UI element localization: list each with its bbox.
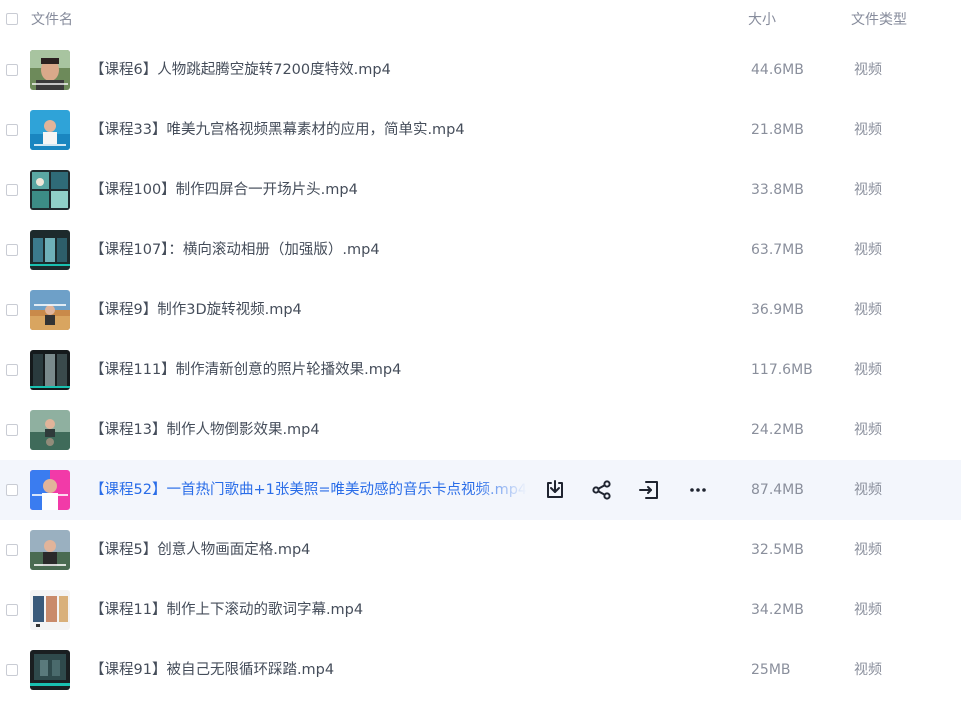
row-checkbox[interactable] [6, 364, 18, 376]
file-row[interactable]: 【课程100】制作四屏合一开场片头.mp4 33.8MB 视频 [0, 160, 961, 220]
file-row[interactable]: 【课程5】创意人物画面定格.mp4 32.5MB 视频 [0, 520, 961, 580]
file-name[interactable]: 【课程111】制作清新创意的照片轮播效果.mp4 [90, 360, 401, 380]
video-thumbnail [30, 470, 70, 510]
file-row[interactable]: 【课程33】唯美九宫格视频黑幕素材的应用，简单实.mp4 21.8MB 视频 [0, 100, 961, 160]
move-to-icon[interactable] [637, 478, 661, 502]
video-thumbnail [30, 170, 70, 210]
file-name[interactable]: 【课程100】制作四屏合一开场片头.mp4 [90, 180, 358, 200]
file-size: 32.5MB [751, 542, 804, 558]
video-thumbnail [30, 350, 70, 390]
file-row[interactable]: 【课程91】被自己无限循环踩踏.mp4 25MB 视频 [0, 640, 961, 700]
row-checkbox[interactable] [6, 304, 18, 316]
file-size: 63.7MB [751, 242, 804, 258]
video-thumbnail [30, 590, 70, 630]
file-type: 视频 [854, 362, 882, 378]
file-type: 视频 [854, 422, 882, 438]
file-type: 视频 [854, 302, 882, 318]
row-checkbox[interactable] [6, 184, 18, 196]
file-row[interactable]: 【课程13】制作人物倒影效果.mp4 24.2MB 视频 [0, 400, 961, 460]
file-row-hovered[interactable]: 【课程52】一首热门歌曲+1张美照=唯美动感的音乐卡点视频.mp4 87.4MB… [0, 460, 961, 520]
video-thumbnail [30, 410, 70, 450]
file-type: 视频 [854, 662, 882, 678]
file-row[interactable]: 【课程9】制作3D旋转视频.mp4 36.9MB 视频 [0, 280, 961, 340]
file-size: 36.9MB [751, 302, 804, 318]
file-row[interactable]: 【课程111】制作清新创意的照片轮播效果.mp4 117.6MB 视频 [0, 340, 961, 400]
file-size: 34.2MB [751, 602, 804, 618]
select-all-checkbox[interactable] [6, 13, 18, 25]
video-thumbnail [30, 230, 70, 270]
file-size: 87.4MB [751, 482, 804, 498]
file-size: 33.8MB [751, 182, 804, 198]
file-list-header: 文件名 大小 文件类型 [0, 0, 961, 40]
file-name[interactable]: 【课程33】唯美九宫格视频黑幕素材的应用，简单实.mp4 [90, 120, 465, 140]
file-name[interactable]: 【课程6】人物跳起腾空旋转7200度特效.mp4 [90, 60, 391, 80]
download-icon[interactable] [543, 478, 567, 502]
row-checkbox[interactable] [6, 544, 18, 556]
file-type: 视频 [854, 182, 882, 198]
row-checkbox[interactable] [6, 124, 18, 136]
file-size: 25MB [751, 662, 791, 678]
file-row[interactable]: 【课程6】人物跳起腾空旋转7200度特效.mp4 44.6MB 视频 [0, 40, 961, 100]
file-type: 视频 [854, 242, 882, 258]
column-header-size[interactable]: 大小 [748, 10, 776, 30]
share-icon[interactable] [590, 478, 614, 502]
file-size: 24.2MB [751, 422, 804, 438]
file-size: 117.6MB [751, 362, 813, 378]
file-row[interactable]: 【课程107】：横向滚动相册（加强版）.mp4 63.7MB 视频 [0, 220, 961, 280]
file-name[interactable]: 【课程11】制作上下滚动的歌词字幕.mp4 [90, 600, 363, 620]
file-type: 视频 [854, 62, 882, 78]
file-type: 视频 [854, 602, 882, 618]
row-checkbox[interactable] [6, 484, 18, 496]
video-thumbnail [30, 530, 70, 570]
file-name[interactable]: 【课程13】制作人物倒影效果.mp4 [90, 420, 320, 440]
row-checkbox[interactable] [6, 604, 18, 616]
file-name[interactable]: 【课程91】被自己无限循环踩踏.mp4 [90, 660, 334, 680]
file-type: 视频 [854, 482, 882, 498]
file-row[interactable]: 【课程11】制作上下滚动的歌词字幕.mp4 34.2MB 视频 [0, 580, 961, 640]
file-name[interactable]: 【课程107】：横向滚动相册（加强版）.mp4 [90, 240, 380, 260]
file-name[interactable]: 【课程9】制作3D旋转视频.mp4 [90, 300, 302, 320]
file-type: 视频 [854, 542, 882, 558]
column-header-name[interactable]: 文件名 [31, 10, 73, 30]
video-thumbnail [30, 290, 70, 330]
column-header-type[interactable]: 文件类型 [851, 10, 907, 30]
video-thumbnail [30, 50, 70, 90]
row-checkbox[interactable] [6, 664, 18, 676]
row-checkbox[interactable] [6, 424, 18, 436]
file-type: 视频 [854, 122, 882, 138]
file-list: 文件名 大小 文件类型 【课程6】人物跳起腾空旋转7200度特效.mp4 44.… [0, 0, 961, 707]
video-thumbnail [30, 110, 70, 150]
file-size: 21.8MB [751, 122, 804, 138]
row-checkbox[interactable] [6, 244, 18, 256]
more-icon[interactable] [686, 478, 710, 502]
file-name[interactable]: 【课程52】一首热门歌曲+1张美照=唯美动感的音乐卡点视频.mp4 [90, 480, 527, 500]
row-checkbox[interactable] [6, 64, 18, 76]
file-name[interactable]: 【课程5】创意人物画面定格.mp4 [90, 540, 310, 560]
file-size: 44.6MB [751, 62, 804, 78]
video-thumbnail [30, 650, 70, 690]
